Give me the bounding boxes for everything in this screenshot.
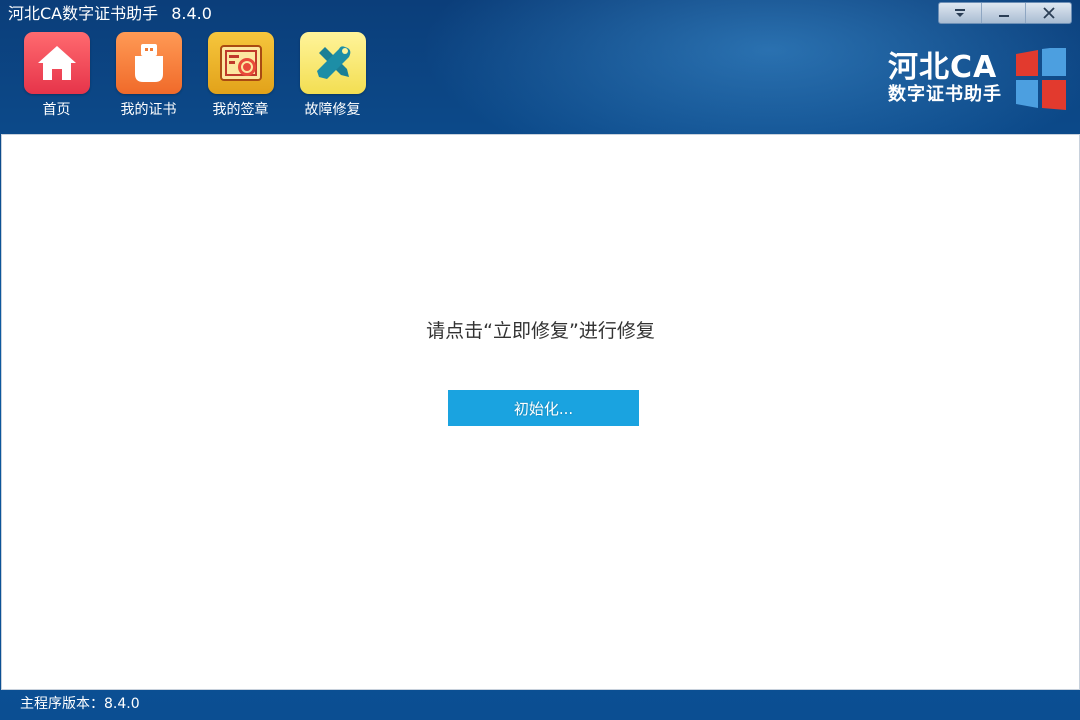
main-toolbar: 首页 我的证书 我的签章 故障修复 bbox=[23, 32, 391, 118]
repair-tools-icon bbox=[299, 32, 366, 94]
brand-text: 河北CA 数字证书助手 bbox=[888, 52, 1002, 106]
home-icon bbox=[23, 32, 90, 94]
toolbar-item-my-seal[interactable]: 我的签章 bbox=[207, 32, 274, 118]
window-controls bbox=[938, 2, 1072, 24]
initialize-button[interactable]: 初始化... bbox=[448, 390, 639, 426]
app-title: 河北CA数字证书助手 bbox=[8, 4, 159, 23]
minimize-button[interactable] bbox=[981, 3, 1025, 23]
close-icon bbox=[1042, 7, 1055, 19]
brand-logo-area: 河北CA 数字证书助手 bbox=[888, 48, 1068, 110]
brand-subtitle: 数字证书助手 bbox=[888, 84, 1002, 105]
seal-icon bbox=[207, 32, 274, 94]
toolbar-item-my-certificate[interactable]: 我的证书 bbox=[115, 32, 182, 118]
usb-key-icon bbox=[115, 32, 182, 94]
app-version: 8.4.0 bbox=[171, 4, 212, 23]
status-bar: 主程序版本：8.4.0 bbox=[0, 689, 1080, 720]
toolbar-item-label: 首页 bbox=[42, 102, 71, 118]
close-button[interactable] bbox=[1025, 3, 1071, 23]
brand-name: 河北CA bbox=[888, 50, 998, 85]
toolbar-item-repair[interactable]: 故障修复 bbox=[299, 32, 366, 118]
toolbar-item-label: 我的证书 bbox=[120, 102, 177, 118]
windows-shield-icon bbox=[1012, 48, 1068, 110]
toolbar-item-home[interactable]: 首页 bbox=[23, 32, 90, 118]
chevron-down-icon bbox=[955, 9, 965, 17]
program-version: 主程序版本：8.4.0 bbox=[20, 696, 140, 712]
toolbar-item-label: 故障修复 bbox=[304, 102, 361, 118]
app-window: 河北CA数字证书助手 8.4.0 首页 我的证书 我的签章 故障修复 河北CA … bbox=[0, 0, 1080, 720]
window-title: 河北CA数字证书助手 8.4.0 bbox=[8, 4, 212, 24]
minimize-icon bbox=[998, 15, 1009, 17]
dropdown-button[interactable] bbox=[939, 3, 981, 23]
main-content: 请点击“立即修复”进行修复 初始化... bbox=[1, 134, 1080, 690]
toolbar-item-label: 我的签章 bbox=[212, 102, 269, 118]
repair-message: 请点击“立即修复”进行修复 bbox=[426, 320, 655, 342]
